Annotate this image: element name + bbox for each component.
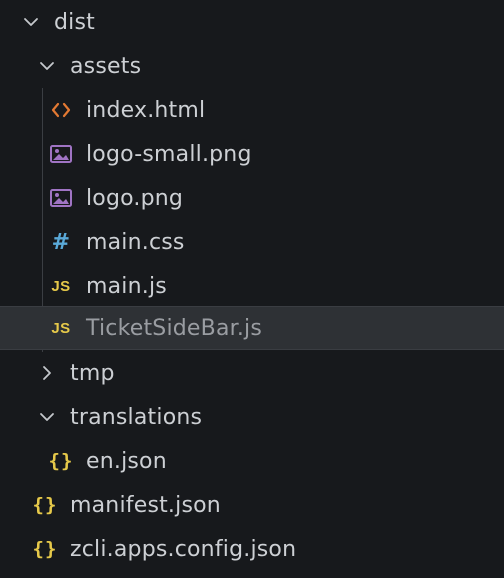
tree-item-label: logo-small.png [86,141,252,167]
tree-item-en-json[interactable]: {} en.json [0,439,504,483]
tree-item-translations[interactable]: translations [0,395,504,439]
tree-item-label: tmp [70,360,115,386]
json-file-icon: {} [32,494,58,516]
chevron-down-icon[interactable] [36,55,58,77]
image-file-icon [48,141,74,167]
tree-item-ticketsidebar-js[interactable]: JS TicketSideBar.js [0,306,504,350]
css-file-icon: # [51,229,71,255]
json-file-icon: {} [48,450,74,472]
js-file-icon: JS [51,319,71,337]
chevron-down-icon[interactable] [20,11,42,33]
tree-item-logo-png[interactable]: logo.png [0,176,504,220]
tree-item-index-html[interactable]: index.html [0,88,504,132]
tree-item-logo-small-png[interactable]: logo-small.png [0,132,504,176]
tree-item-label: manifest.json [70,492,221,518]
tree-item-label: main.js [86,273,167,299]
tree-item-label: logo.png [86,185,184,211]
tree-item-label: main.css [86,229,185,255]
tree-item-dist[interactable]: dist [0,0,504,44]
tree-item-label: index.html [86,97,206,123]
chevron-down-icon[interactable] [36,406,58,428]
image-file-icon [48,185,74,211]
tree-item-main-css[interactable]: # main.css [0,220,504,264]
chevron-right-icon[interactable] [36,362,58,384]
tree-item-label: en.json [86,448,167,474]
tree-item-assets[interactable]: assets [0,44,504,88]
tree-item-label: TicketSideBar.js [86,315,263,341]
tree-item-label: assets [70,53,142,79]
tree-item-label: translations [70,404,203,430]
tree-item-zcli-apps-config-json[interactable]: {} zcli.apps.config.json [0,527,504,571]
tree-item-label: zcli.apps.config.json [70,536,297,562]
tree-item-manifest-json[interactable]: {} manifest.json [0,483,504,527]
js-file-icon: JS [51,277,71,295]
file-explorer-tree: dist assets index.html logo-small.png lo… [0,0,504,578]
tree-item-tmp[interactable]: tmp [0,351,504,395]
tree-item-main-js[interactable]: JS main.js [0,264,504,308]
json-file-icon: {} [32,538,58,560]
tree-item-label: dist [54,9,95,35]
html-file-icon [48,97,74,123]
